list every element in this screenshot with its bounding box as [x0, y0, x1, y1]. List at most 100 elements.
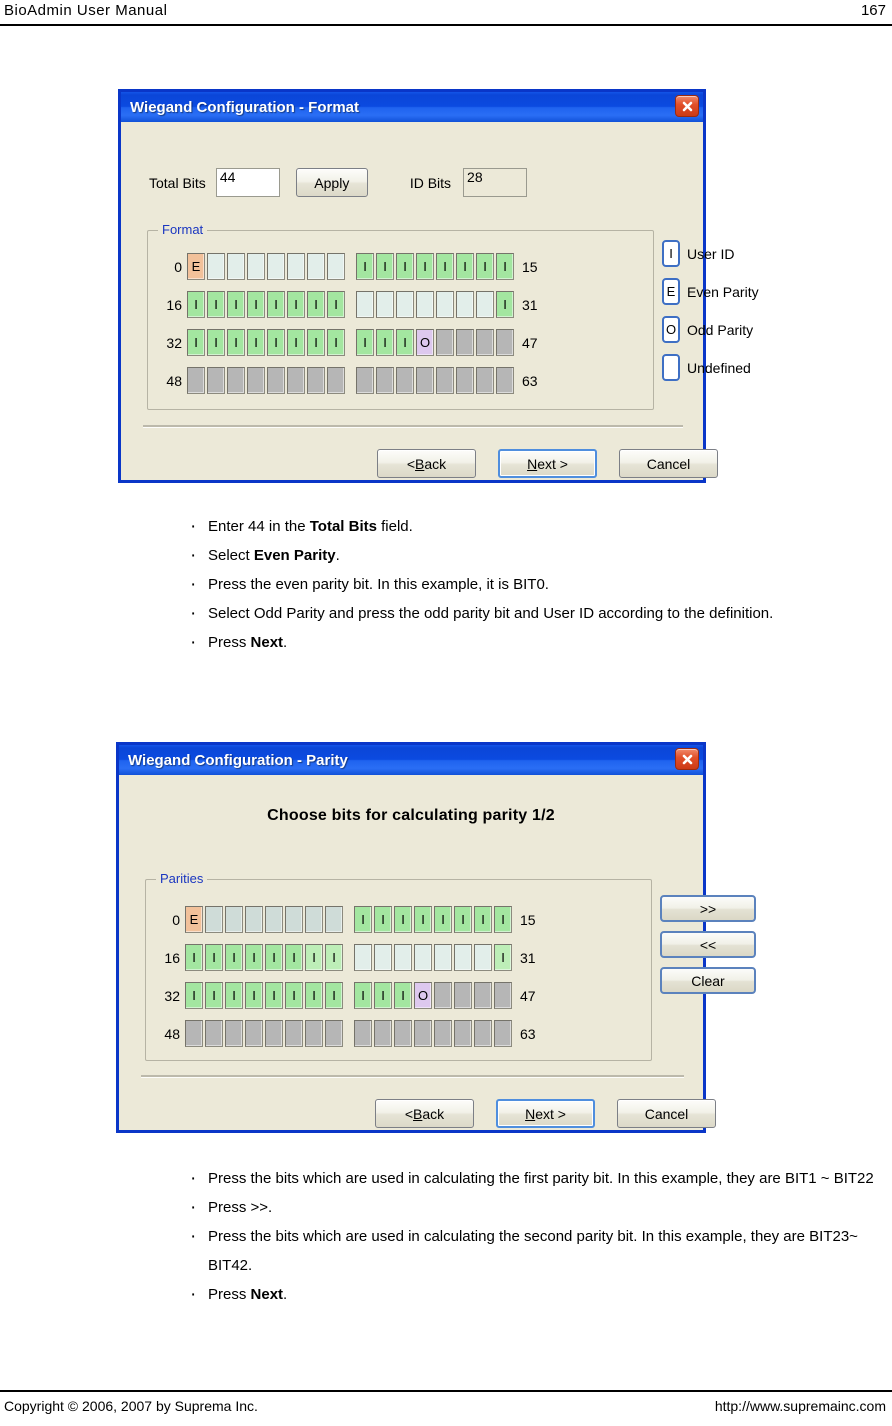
bit-cell[interactable]: I	[245, 982, 263, 1009]
bit-cell[interactable]	[267, 253, 285, 280]
bit-cell[interactable]: I	[225, 944, 243, 971]
bit-cell[interactable]	[207, 253, 225, 280]
bit-cell[interactable]: I	[247, 329, 265, 356]
bit-cell[interactable]: I	[374, 982, 392, 1009]
dialog-titlebar[interactable]: Wiegand Configuration - Format	[121, 92, 703, 122]
bit-cell[interactable]	[496, 329, 514, 356]
cancel-button[interactable]: Cancel	[617, 1099, 716, 1128]
bit-cell[interactable]: I	[354, 982, 372, 1009]
bit-cell[interactable]	[225, 906, 243, 933]
bit-cell[interactable]	[454, 1020, 472, 1047]
bit-cell[interactable]: I	[356, 329, 374, 356]
bit-cell[interactable]: I	[205, 944, 223, 971]
bit-cell[interactable]	[285, 1020, 303, 1047]
bit-cell[interactable]	[416, 367, 434, 394]
bit-cell[interactable]: I	[376, 253, 394, 280]
bit-cell[interactable]	[396, 367, 414, 394]
bit-cell[interactable]	[436, 367, 454, 394]
bit-cell[interactable]	[247, 253, 265, 280]
bit-cell[interactable]: I	[325, 982, 343, 1009]
legend-item[interactable]: Undefined	[662, 354, 759, 381]
close-icon[interactable]	[675, 748, 699, 770]
bit-cell[interactable]: I	[434, 906, 452, 933]
bit-cell[interactable]	[325, 1020, 343, 1047]
bit-cell[interactable]: I	[414, 906, 432, 933]
bit-cell[interactable]	[285, 906, 303, 933]
legend-item[interactable]: E Even Parity	[662, 278, 759, 305]
bit-cell[interactable]: I	[267, 329, 285, 356]
bit-cell[interactable]: I	[476, 253, 494, 280]
bit-cell[interactable]: I	[474, 906, 492, 933]
bit-cell[interactable]	[245, 906, 263, 933]
bit-cell[interactable]	[307, 253, 325, 280]
bit-cell[interactable]	[476, 367, 494, 394]
bit-cell[interactable]	[456, 367, 474, 394]
bit-cell[interactable]	[434, 944, 452, 971]
next-button[interactable]: Next >	[496, 1099, 595, 1128]
bit-cell[interactable]	[496, 367, 514, 394]
bit-cell[interactable]: I	[325, 944, 343, 971]
bit-cell[interactable]	[456, 291, 474, 318]
bit-cell[interactable]: I	[396, 329, 414, 356]
bit-cell[interactable]	[354, 944, 372, 971]
move-right-button[interactable]: >>	[660, 895, 756, 922]
bit-cell[interactable]	[414, 1020, 432, 1047]
bit-cell[interactable]	[205, 906, 223, 933]
bit-cell[interactable]	[474, 1020, 492, 1047]
bit-cell[interactable]: I	[307, 291, 325, 318]
bit-cell[interactable]	[374, 1020, 392, 1047]
bit-cell[interactable]	[225, 1020, 243, 1047]
bit-cell[interactable]	[396, 291, 414, 318]
bit-cell[interactable]: E	[185, 906, 203, 933]
bit-cell[interactable]: I	[354, 906, 372, 933]
back-button[interactable]: < Back	[377, 449, 476, 478]
bit-cell[interactable]: I	[225, 982, 243, 1009]
move-left-button[interactable]: <<	[660, 931, 756, 958]
bit-cell[interactable]: I	[227, 291, 245, 318]
bit-cell[interactable]: I	[374, 906, 392, 933]
bit-cell[interactable]	[305, 906, 323, 933]
bit-cell[interactable]	[227, 367, 245, 394]
bit-cell[interactable]: I	[285, 982, 303, 1009]
cancel-button[interactable]: Cancel	[619, 449, 718, 478]
bit-cell[interactable]	[207, 367, 225, 394]
bit-cell[interactable]	[434, 1020, 452, 1047]
bit-cell[interactable]	[325, 906, 343, 933]
dialog-titlebar[interactable]: Wiegand Configuration - Parity	[119, 745, 703, 775]
bit-cell[interactable]: I	[494, 906, 512, 933]
bit-cell[interactable]: I	[287, 329, 305, 356]
total-bits-input[interactable]: 44	[215, 168, 280, 197]
bit-cell[interactable]: I	[305, 944, 323, 971]
bit-cell[interactable]: I	[265, 944, 283, 971]
bit-cell[interactable]	[454, 982, 472, 1009]
bit-cell[interactable]	[476, 329, 494, 356]
bit-cell[interactable]	[454, 944, 472, 971]
bit-cell[interactable]	[494, 982, 512, 1009]
bit-cell[interactable]: I	[227, 329, 245, 356]
bit-cell[interactable]	[374, 944, 392, 971]
bit-cell[interactable]	[354, 1020, 372, 1047]
bit-cell[interactable]: I	[267, 291, 285, 318]
bit-cell[interactable]: I	[207, 329, 225, 356]
bit-cell[interactable]	[416, 291, 434, 318]
bit-cell[interactable]: I	[416, 253, 434, 280]
bit-cell[interactable]: I	[265, 982, 283, 1009]
bit-cell[interactable]: I	[207, 291, 225, 318]
bit-cell[interactable]: I	[496, 291, 514, 318]
bit-cell[interactable]	[394, 1020, 412, 1047]
bit-cell[interactable]	[356, 291, 374, 318]
next-button[interactable]: Next >	[498, 449, 597, 478]
bit-cell[interactable]	[267, 367, 285, 394]
bit-cell[interactable]: I	[205, 982, 223, 1009]
bit-cell[interactable]: E	[187, 253, 205, 280]
bit-cell[interactable]	[436, 329, 454, 356]
bit-cell[interactable]: I	[496, 253, 514, 280]
bit-cell[interactable]	[494, 1020, 512, 1047]
bit-cell[interactable]	[305, 1020, 323, 1047]
legend-item[interactable]: I User ID	[662, 240, 759, 267]
bit-cell[interactable]	[287, 367, 305, 394]
bit-cell[interactable]	[394, 944, 412, 971]
bit-cell[interactable]	[376, 367, 394, 394]
bit-cell[interactable]: I	[454, 906, 472, 933]
bit-cell[interactable]: I	[305, 982, 323, 1009]
